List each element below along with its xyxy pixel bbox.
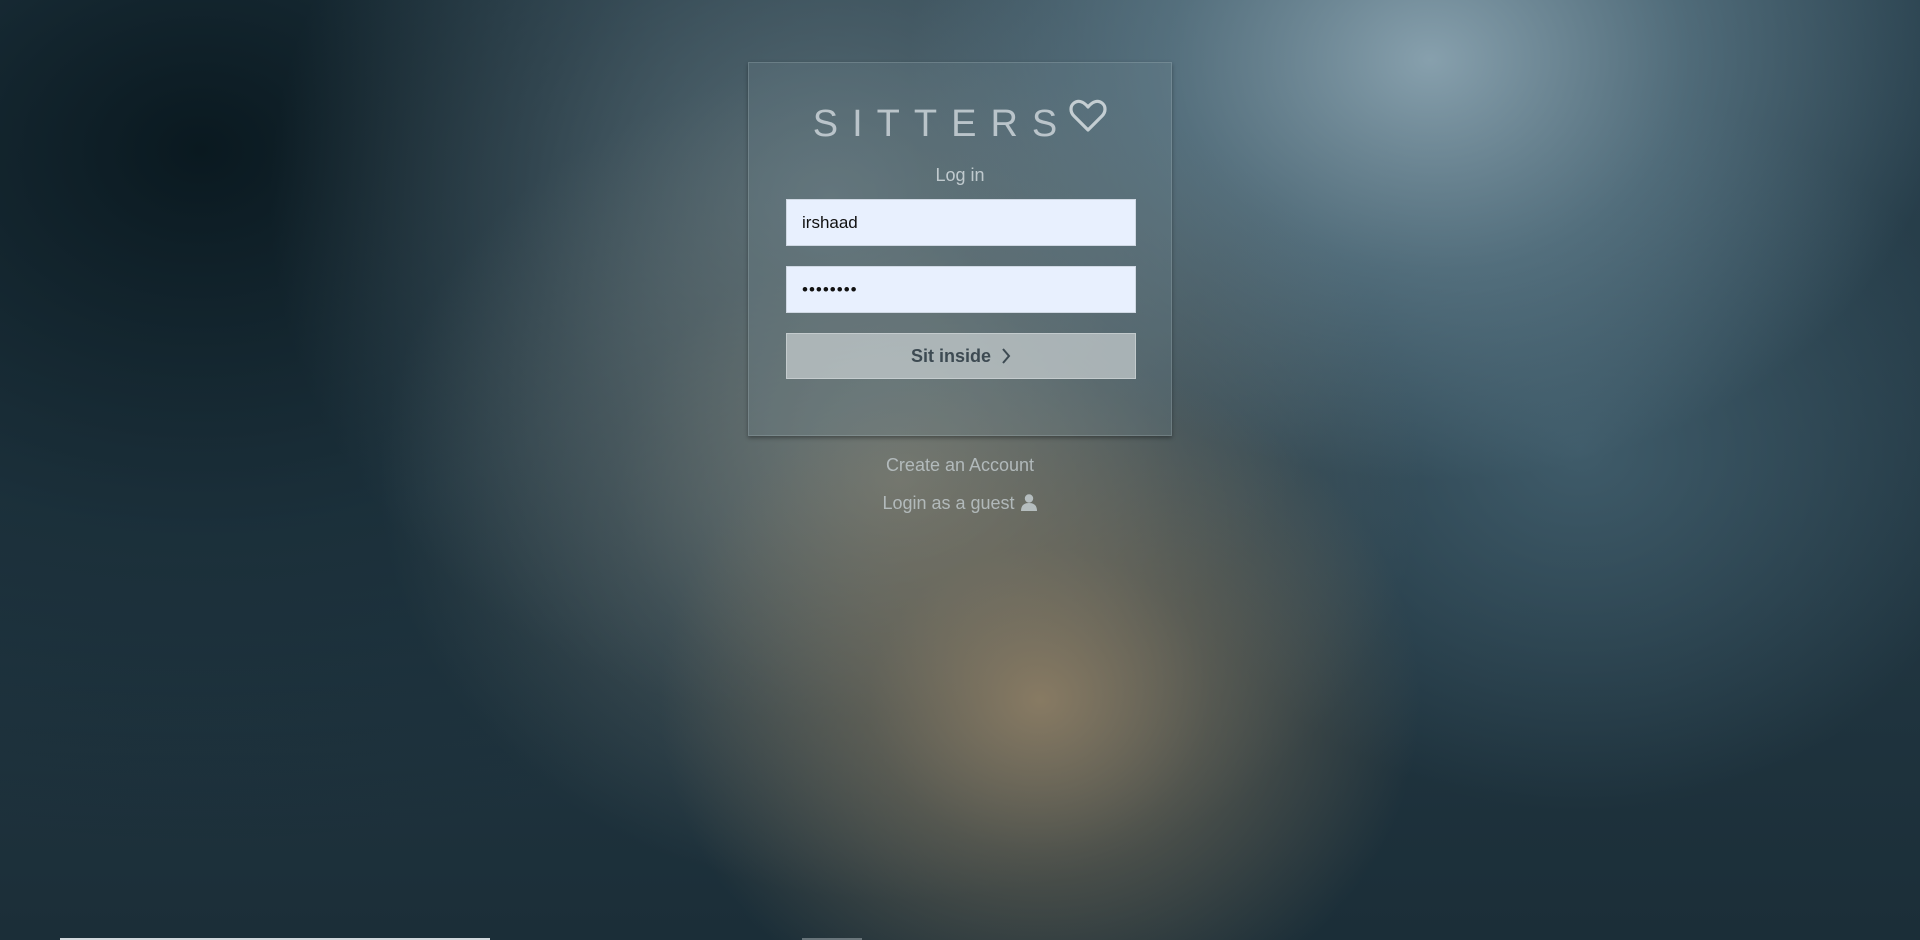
login-panel: SITTERS Log in Sit inside	[748, 62, 1172, 436]
heart-outline-icon	[1069, 99, 1107, 132]
sit-inside-button[interactable]: Sit inside	[786, 333, 1136, 379]
guest-login-label: Login as a guest	[882, 493, 1015, 513]
password-input[interactable]	[786, 266, 1136, 313]
guest-login-link[interactable]: Login as a guest	[748, 493, 1172, 514]
chevron-right-icon	[1002, 348, 1011, 364]
brand-name: SITTERS	[812, 103, 1072, 145]
login-heading: Log in	[935, 165, 985, 185]
sit-inside-label: Sit inside	[910, 345, 991, 366]
create-account-link[interactable]: Create an Account	[748, 455, 1172, 476]
user-icon	[1020, 493, 1037, 511]
brand-logo: SITTERS	[749, 99, 1171, 149]
username-input[interactable]	[786, 199, 1136, 246]
